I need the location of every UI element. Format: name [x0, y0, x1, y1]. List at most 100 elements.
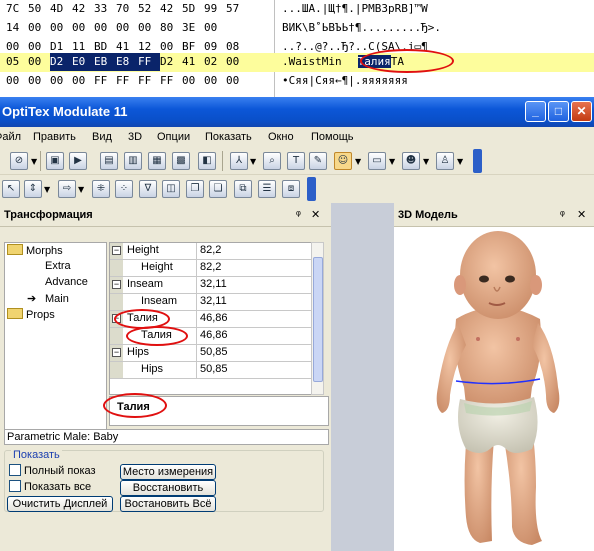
hex-byte[interactable]: D2: [50, 53, 72, 71]
hex-byte[interactable]: 00: [72, 19, 94, 37]
hex-byte[interactable]: 14: [6, 19, 28, 37]
baby-3d-model[interactable]: [394, 227, 594, 551]
layers-icon[interactable]: ⧉: [234, 180, 252, 198]
collapse-icon[interactable]: −: [112, 348, 121, 357]
hex-byte[interactable]: 00: [28, 19, 50, 37]
hex-byte[interactable]: 00: [138, 19, 160, 37]
hex-byte[interactable]: 57: [226, 0, 248, 18]
hex-byte[interactable]: 00: [6, 72, 28, 90]
point-icon[interactable]: ⁜: [92, 180, 110, 198]
collapse-icon[interactable]: −: [112, 280, 121, 289]
menu-show[interactable]: Показать: [205, 131, 252, 143]
avatar-icon[interactable]: ☺: [334, 152, 352, 170]
chevron-down-icon[interactable]: ▼: [457, 157, 463, 166]
hex-byte[interactable]: 99: [204, 0, 226, 18]
hex-byte[interactable]: 50: [28, 0, 50, 18]
property-value[interactable]: 82,2: [200, 244, 221, 256]
hex-bytes[interactable]: 14 00 00 00 00 00 00 80 3E 00: [6, 19, 226, 37]
hex-chars[interactable]: ВИК\В˚ЬВЪЬ†¶.........Ђ>.: [282, 19, 594, 37]
cube-icon[interactable]: ◧: [198, 152, 216, 170]
restore-all-button[interactable]: Востановить Всё: [120, 496, 216, 512]
tree-item-morphs[interactable]: Morphs: [7, 244, 63, 257]
hex-byte[interactable]: 00: [28, 53, 50, 71]
property-value[interactable]: 82,2: [200, 261, 221, 273]
property-value[interactable]: 46,86: [200, 312, 228, 324]
chevron-down-icon[interactable]: ▼: [44, 185, 50, 194]
chevron-down-icon[interactable]: ▼: [250, 157, 256, 166]
hex-byte[interactable]: E8: [116, 53, 138, 71]
no-entry-icon[interactable]: ⊘: [10, 152, 28, 170]
minimize-button[interactable]: _: [525, 101, 546, 122]
pin-icon[interactable]: ᵠ: [296, 203, 301, 227]
hex-bytes[interactable]: 05 00 D2 E0 EB E8 FF D2 41 02 00: [6, 53, 248, 71]
scrollbar[interactable]: [311, 242, 324, 395]
hex-bytes[interactable]: 00 00 00 00 FF FF FF FF 00 00 00: [6, 72, 248, 90]
property-value[interactable]: 50,85: [200, 363, 228, 375]
menu-view[interactable]: Вид: [92, 131, 112, 143]
menu-options[interactable]: Опции: [157, 131, 190, 143]
toolbar-end-handle[interactable]: [473, 149, 482, 173]
cursor-icon[interactable]: ↖: [2, 180, 20, 198]
paste-icon[interactable]: ❏: [209, 180, 227, 198]
mirror-icon[interactable]: ◫: [162, 180, 180, 198]
maximize-button[interactable]: □: [548, 101, 569, 122]
play-icon[interactable]: ▶: [69, 152, 87, 170]
tree-item-advance[interactable]: Advance: [45, 276, 88, 288]
hex-byte[interactable]: 00: [94, 19, 116, 37]
hex-bytes[interactable]: 7C 50 4D 42 33 70 52 42 5D 99 57: [6, 0, 248, 18]
chevron-down-icon[interactable]: ▼: [31, 157, 37, 166]
hex-byte[interactable]: 00: [50, 72, 72, 90]
hex-byte[interactable]: 52: [138, 0, 160, 18]
menu-edit[interactable]: Править: [33, 131, 76, 143]
tree-item-extra[interactable]: Extra: [45, 260, 71, 272]
hex-byte[interactable]: 00: [72, 72, 94, 90]
hex-byte[interactable]: 00: [116, 19, 138, 37]
property-value[interactable]: 50,85: [200, 346, 228, 358]
hex-byte[interactable]: 7C: [6, 0, 28, 18]
hex-byte[interactable]: 00: [50, 19, 72, 37]
menu-window[interactable]: Окно: [268, 131, 294, 143]
grid-group-row[interactable]: − Inseam 32,11: [110, 277, 313, 294]
hex-byte[interactable]: 42: [72, 0, 94, 18]
hex-byte[interactable]: 02: [204, 53, 226, 71]
full-display-checkbox[interactable]: Полный показ: [9, 464, 96, 477]
hex-byte[interactable]: 4D: [50, 0, 72, 18]
copy-icon[interactable]: ❐: [186, 180, 204, 198]
hex-byte[interactable]: 80: [160, 19, 182, 37]
view-side-icon[interactable]: ▥: [124, 152, 142, 170]
hex-byte[interactable]: 33: [94, 0, 116, 18]
hex-byte[interactable]: 3E: [182, 19, 204, 37]
measure-location-button[interactable]: Место измерения: [120, 464, 216, 480]
close-icon[interactable]: ✕: [311, 203, 320, 227]
scroll-thumb[interactable]: [313, 257, 323, 382]
hex-byte[interactable]: E0: [72, 53, 94, 71]
chevron-down-icon[interactable]: ▼: [78, 185, 84, 194]
chevron-down-icon[interactable]: ▼: [389, 157, 395, 166]
hex-byte[interactable]: D2: [160, 53, 182, 71]
hex-byte[interactable]: 70: [116, 0, 138, 18]
grid-group-row[interactable]: − Height 82,2: [110, 243, 313, 260]
axis-icon[interactable]: ⅄: [230, 152, 248, 170]
grid-row[interactable]: Hips 50,85: [110, 362, 313, 379]
hex-byte[interactable]: FF: [94, 72, 116, 90]
restore-button[interactable]: Восстановить: [120, 480, 216, 496]
close-button[interactable]: ✕: [571, 101, 592, 122]
grid-group-row[interactable]: − Hips 50,85: [110, 345, 313, 362]
pin-icon[interactable]: ᵠ: [560, 203, 565, 227]
people-icon[interactable]: ☻: [402, 152, 420, 170]
hex-byte[interactable]: 00: [226, 53, 248, 71]
hex-byte[interactable]: 00: [204, 19, 226, 37]
curve-icon[interactable]: ∇: [139, 180, 157, 198]
hex-chars[interactable]: •Сяя|Сяя←¶|.яяяяяяя: [282, 72, 594, 90]
tree-item-props[interactable]: Props: [7, 308, 55, 321]
hex-byte[interactable]: FF: [160, 72, 182, 90]
stack-icon[interactable]: ☰: [258, 180, 276, 198]
hex-byte[interactable]: 5D: [182, 0, 204, 18]
text-icon[interactable]: T: [287, 152, 305, 170]
users-icon[interactable]: ♙: [436, 152, 454, 170]
hex-byte[interactable]: 00: [226, 72, 248, 90]
hex-byte[interactable]: FF: [138, 72, 160, 90]
hex-byte[interactable]: 00: [204, 72, 226, 90]
hex-byte[interactable]: 00: [182, 72, 204, 90]
hex-byte[interactable]: 41: [182, 53, 204, 71]
